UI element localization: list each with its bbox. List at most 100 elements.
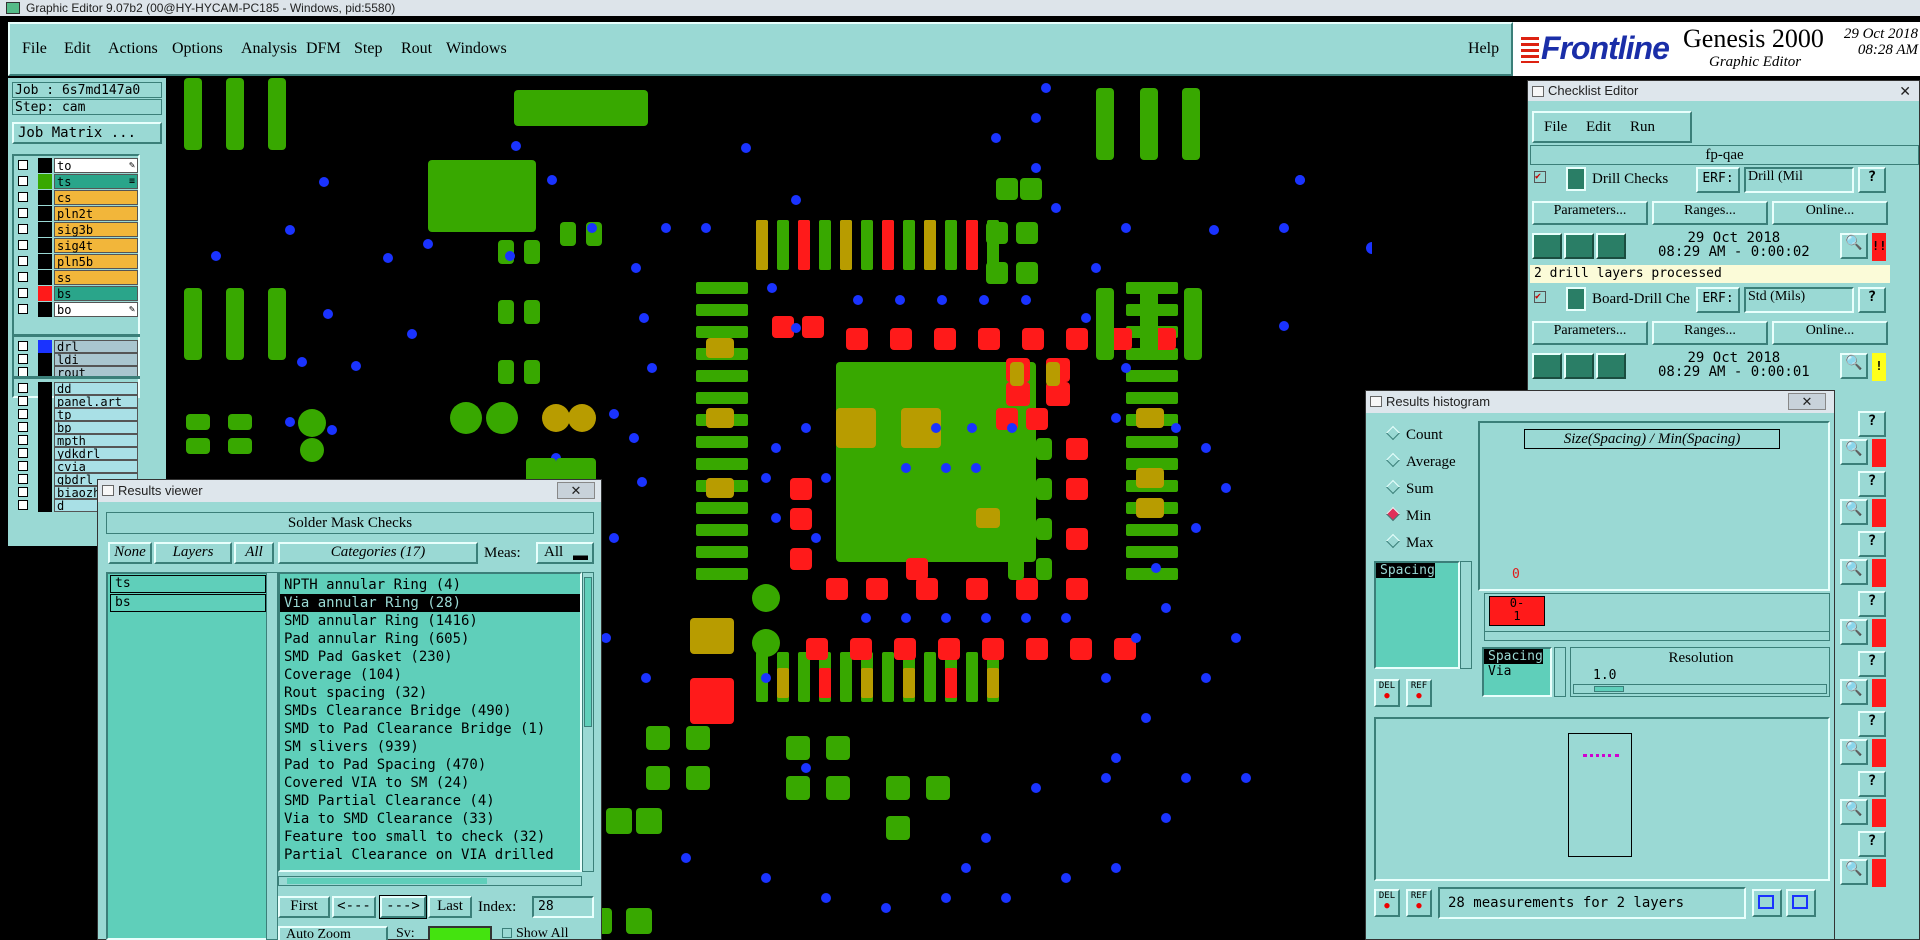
layer-color-swatch[interactable]	[38, 353, 52, 366]
sv-color-button[interactable]	[428, 926, 492, 940]
help-icon[interactable]: ?	[1858, 471, 1886, 497]
category-item[interactable]: Pad to Pad Spacing (470)	[280, 756, 580, 774]
close-button[interactable]: ✕	[1788, 393, 1826, 410]
meas-dropdown[interactable]: All ▬	[536, 542, 594, 564]
layer-checkbox[interactable]	[18, 208, 28, 218]
erf-field[interactable]: Drill (Mil	[1744, 167, 1854, 193]
zoom-icon[interactable]: 🔍	[1840, 679, 1868, 705]
online-button[interactable]: Online...	[1772, 201, 1888, 225]
layer-checkbox[interactable]	[18, 272, 28, 282]
misc-layer-row[interactable]: cvia	[14, 460, 138, 473]
histogram-zoom-icon[interactable]	[1786, 889, 1816, 917]
histogram-export-icon[interactable]	[1752, 889, 1782, 917]
layer-result-item[interactable]: ts	[110, 575, 266, 593]
layer-color-swatch[interactable]	[38, 174, 52, 189]
layer-name[interactable]: cvia	[54, 460, 138, 473]
zoom-icon[interactable]: 🔍	[1840, 499, 1868, 525]
layer-row-cs[interactable]: cs	[14, 190, 138, 205]
layer-row-ss[interactable]: ss	[14, 270, 138, 285]
menu-step[interactable]: Step	[354, 40, 382, 58]
layer-color-swatch[interactable]	[38, 473, 52, 486]
layer-row-bs[interactable]: bs	[14, 286, 138, 301]
layer-color-swatch[interactable]	[38, 499, 52, 512]
run-icon[interactable]	[1596, 353, 1626, 379]
drill-layer-row-ldi[interactable]: ldi	[14, 353, 138, 366]
first-button[interactable]: First	[278, 896, 330, 918]
layer-color-swatch[interactable]	[38, 286, 52, 301]
zoom-icon[interactable]: 🔍	[1840, 233, 1868, 259]
layer-checkbox[interactable]	[18, 341, 28, 351]
last-button[interactable]: Last	[428, 896, 472, 918]
run-icon[interactable]	[1596, 233, 1626, 259]
category-item[interactable]: SMDs Clearance Bridge (490)	[280, 702, 580, 720]
category-item[interactable]: SMD annular Ring (1416)	[280, 612, 580, 630]
zoom-icon[interactable]: 🔍	[1840, 739, 1868, 765]
layer-name[interactable]: to ✎	[54, 158, 138, 173]
list-item[interactable]: Spacing	[1484, 649, 1543, 664]
zoom-icon[interactable]: 🔍	[1840, 353, 1868, 379]
scroll-thumb[interactable]	[584, 577, 592, 727]
layer-name[interactable]: ldi	[54, 353, 138, 366]
layer-checkbox[interactable]	[18, 461, 28, 471]
layer-result-item[interactable]: bs	[110, 594, 266, 612]
layer-color-swatch[interactable]	[38, 254, 52, 269]
layer-color-swatch[interactable]	[38, 486, 52, 499]
help-icon[interactable]: ?	[1858, 711, 1886, 737]
layer-color-swatch[interactable]	[38, 382, 52, 395]
layer-row-sig3b[interactable]: sig3b	[14, 222, 138, 237]
parameters-button[interactable]: Parameters...	[1532, 321, 1648, 345]
category-item[interactable]: NPTH annular Ring (4)	[280, 576, 580, 594]
layer-name[interactable]: dd	[54, 382, 138, 395]
help-icon[interactable]: ?	[1858, 591, 1886, 617]
run-icon[interactable]	[1564, 233, 1594, 259]
run-icon[interactable]	[1532, 353, 1562, 379]
zoom-icon[interactable]: 🔍	[1840, 559, 1868, 585]
misc-layer-row[interactable]: mpth	[14, 434, 138, 447]
category-item[interactable]: SMD to Pad Clearance Bridge (1)	[280, 720, 580, 738]
help-icon[interactable]: ?	[1858, 651, 1886, 677]
layer-checkbox[interactable]	[18, 474, 28, 484]
ref-button-2[interactable]: REF ●	[1406, 889, 1432, 917]
layer-name[interactable]: cs	[54, 190, 138, 205]
layer-checkbox[interactable]	[18, 160, 28, 170]
layer-checkbox[interactable]	[18, 383, 28, 393]
layer-checkbox[interactable]	[18, 354, 28, 364]
zoom-icon[interactable]: 🔍	[1840, 439, 1868, 465]
ref-button[interactable]: REF ●	[1406, 679, 1432, 707]
layer-color-swatch[interactable]	[38, 408, 52, 421]
layer-checkbox[interactable]	[18, 487, 28, 497]
layer-row-pln2t[interactable]: pln2t	[14, 206, 138, 221]
categories-hscroll[interactable]	[278, 876, 582, 886]
layer-color-swatch[interactable]	[38, 460, 52, 473]
layer-row-to[interactable]: to ✎	[14, 158, 138, 173]
list-item[interactable]: Via	[1484, 664, 1550, 679]
categories-tab[interactable]: Categories (17)	[278, 542, 478, 564]
checklist-menu-run[interactable]: Run	[1630, 119, 1655, 136]
layer-color-swatch[interactable]	[38, 270, 52, 285]
layer-list-scrollbar[interactable]	[266, 572, 278, 940]
menu-file[interactable]: File	[22, 40, 47, 58]
menu-options[interactable]: Options	[172, 40, 223, 58]
check-enable-checkbox[interactable]: ✔	[1534, 291, 1546, 303]
layer-checkbox[interactable]	[18, 435, 28, 445]
layer-name[interactable]: pln5b	[54, 254, 138, 269]
category-item[interactable]: Partial Clearance on VIA drilled	[280, 846, 580, 864]
index-field[interactable]: 28	[532, 896, 594, 918]
slider-thumb[interactable]	[1594, 686, 1624, 692]
mode-average[interactable]: Average	[1385, 452, 1456, 471]
layer-checkbox[interactable]	[18, 396, 28, 406]
layer-name[interactable]: mpth	[54, 434, 138, 447]
del-button-2[interactable]: DEL ●	[1374, 889, 1400, 917]
menu-help[interactable]: Help	[1468, 40, 1499, 58]
layer-name[interactable]: bp	[54, 421, 138, 434]
layer-color-swatch[interactable]	[38, 190, 52, 205]
layer-checkbox[interactable]	[18, 422, 28, 432]
category-item[interactable]: SM slivers (939)	[280, 738, 580, 756]
layer-checkbox[interactable]	[18, 448, 28, 458]
layer-name[interactable]: drl	[54, 340, 138, 353]
layer-name[interactable]: sig3b	[54, 222, 138, 237]
layer-checkbox[interactable]	[18, 192, 28, 202]
layer-color-swatch[interactable]	[38, 302, 52, 317]
layer-color-swatch[interactable]	[38, 447, 52, 460]
help-icon[interactable]: ?	[1858, 771, 1886, 797]
